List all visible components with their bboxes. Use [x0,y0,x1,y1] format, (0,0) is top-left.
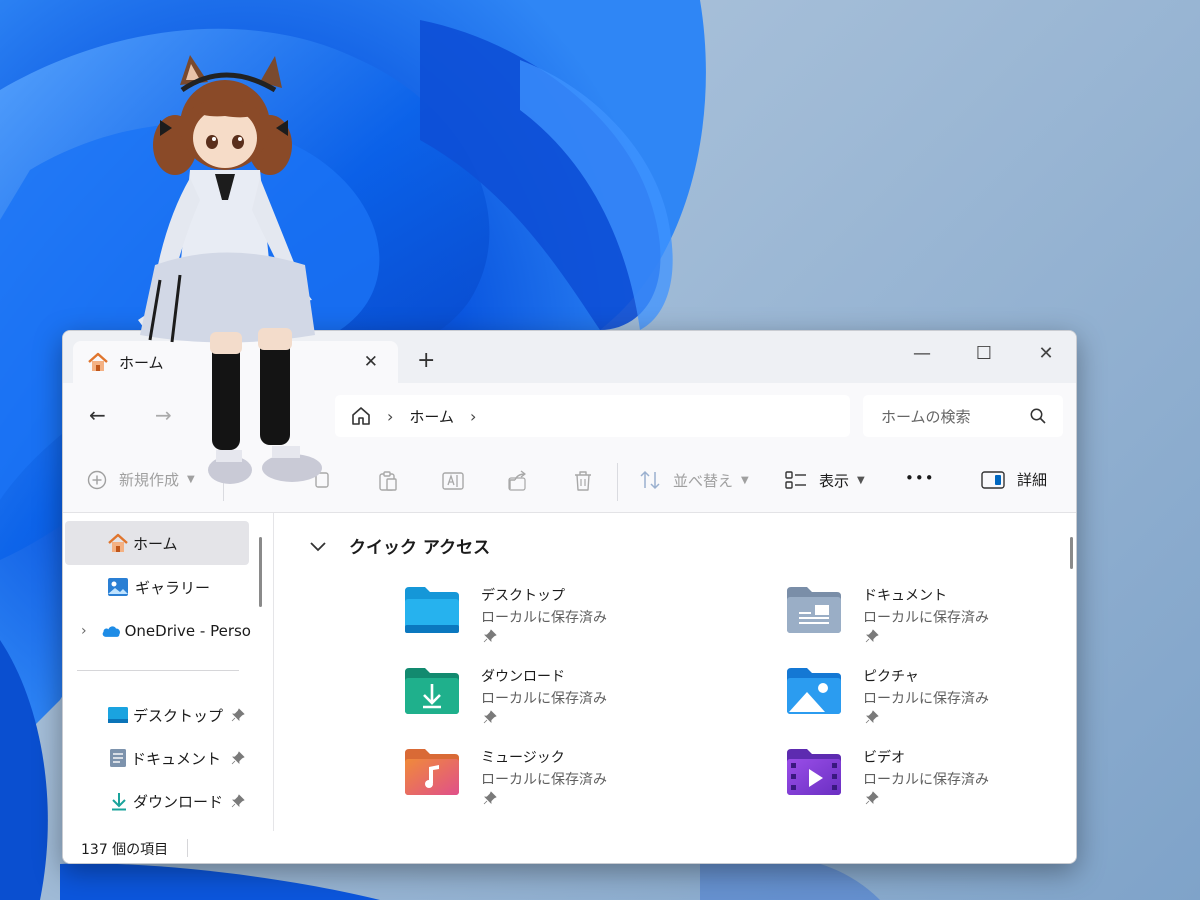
view-button[interactable]: 表示 ▼ [785,469,865,491]
quick-access-item-videos[interactable]: ビデオ ローカルに保存済み [785,747,1076,819]
add-icon [87,470,107,489]
home-icon [88,352,108,371]
paste-icon[interactable] [376,469,400,493]
desktop-folder-icon [108,707,128,723]
documents-folder-icon [787,587,841,633]
sidebar-item-label: ホーム [133,534,178,553]
quick-access-status: ローカルに保存済み [481,772,607,788]
quick-access-name: ドキュメント [863,588,947,604]
quick-access-name: ミュージック [481,750,565,766]
content-pane: クイック アクセス デスクトップ ローカルに保存済み ドキュメント ローカルに保… [275,513,1075,831]
pin-icon [865,791,879,805]
sidebar-item-gallery[interactable]: ギャラリー [63,565,251,609]
delete-icon[interactable] [571,469,595,493]
pin-icon[interactable] [231,794,245,808]
view-icon [785,471,806,489]
section-title: クイック アクセス [349,538,491,558]
status-bar: 137 個の項目 [63,831,1076,863]
chevron-down-icon: ▼ [857,474,865,486]
quick-access-item-music[interactable]: ミュージック ローカルに保存済み [403,747,723,819]
sidebar-item-label: OneDrive - Perso [124,622,251,640]
desktop-folder-icon [405,587,459,633]
gallery-icon [108,578,128,596]
pin-icon [865,710,879,724]
music-folder-icon [405,749,459,795]
pane-divider[interactable] [273,513,274,831]
sidebar-item-downloads[interactable]: ダウンロード [63,779,251,823]
share-icon[interactable] [506,469,530,493]
quick-access-item-pictures[interactable]: ピクチャ ローカルに保存済み [785,666,1076,738]
maximize-button[interactable]: ☐ [969,343,999,367]
more-options-button[interactable]: ••• [905,469,935,487]
quick-access-status: ローカルに保存済み [863,691,989,707]
quick-access-item-downloads[interactable]: ダウンロード ローカルに保存済み [403,666,723,738]
quick-access-item-desktop[interactable]: デスクトップ ローカルに保存済み [403,585,723,657]
view-label: 表示 [819,471,850,490]
sort-icon [640,470,660,490]
sidebar-item-onedrive[interactable]: › OneDrive - Perso [63,609,251,653]
pin-icon [483,629,497,643]
pin-icon[interactable] [231,751,245,765]
minimize-button[interactable]: — [907,343,937,367]
sidebar-item-documents[interactable]: ドキュメント [63,736,251,780]
chevron-right-icon[interactable]: › [81,623,87,639]
address-bar[interactable]: › ホーム › [335,395,850,437]
navigation-pane: ホーム ギャラリー › OneDrive - Perso デスクトップ ドキュメ… [63,513,273,831]
sidebar-item-desktop[interactable]: デスクトップ [63,693,251,737]
details-pane-button[interactable]: 詳細 [981,469,1047,490]
quick-access-status: ローカルに保存済み [863,610,989,626]
documents-folder-icon [110,749,126,767]
sidebar-item-label: ギャラリー [135,578,211,597]
quick-access-item-documents[interactable]: ドキュメント ローカルに保存済み [785,585,1076,657]
chevron-down-icon: ▼ [741,474,749,486]
search-placeholder: ホームの検索 [881,407,971,426]
sidebar-item-home[interactable]: ホーム [65,521,249,565]
onedrive-icon [102,626,120,637]
sort-button[interactable]: 並べ替え ▼ [639,469,749,491]
pin-icon[interactable] [231,708,245,722]
breadcrumb-separator[interactable]: › [387,407,393,426]
pin-icon [483,710,497,724]
download-icon [112,793,126,811]
sidebar-item-label: ダウンロード [133,792,224,811]
breadcrumb-home[interactable]: ホーム [409,406,454,427]
chevron-down-icon[interactable] [309,540,327,552]
quick-access-header[interactable]: クイック アクセス [309,533,490,558]
tab-close-button[interactable]: ✕ [364,352,378,372]
quick-access-status: ローカルに保存済み [481,691,607,707]
videos-folder-icon [787,749,841,795]
sidebar-divider [77,670,239,671]
pin-icon [483,791,497,805]
breadcrumb-separator[interactable]: › [470,407,476,426]
quick-access-name: ビデオ [863,750,905,766]
quick-access-status: ローカルに保存済み [481,610,607,626]
details-pane-icon [981,470,1005,489]
quick-access-name: デスクトップ [481,588,565,604]
quick-access-status: ローカルに保存済み [863,772,989,788]
search-box[interactable]: ホームの検索 [863,395,1063,437]
sidebar-item-label: ドキュメント [131,749,222,768]
status-divider [187,839,188,857]
details-label: 詳細 [1017,471,1048,489]
pin-icon [865,629,879,643]
home-outline-icon[interactable] [351,406,371,426]
toolbar-divider [617,463,618,501]
back-button[interactable]: ← [89,403,106,427]
search-icon[interactable] [1029,407,1047,425]
sort-label: 並べ替え [673,471,734,490]
new-tab-button[interactable]: + [417,350,435,372]
content-scrollbar[interactable] [1070,537,1073,569]
close-window-button[interactable]: ✕ [1031,343,1061,367]
downloads-folder-icon [405,668,459,714]
pictures-folder-icon [787,668,841,714]
rename-icon[interactable] [441,469,465,493]
sidebar-item-label: デスクトップ [133,706,224,725]
quick-access-name: ピクチャ [863,669,919,685]
desktop-mascot-character[interactable] [120,50,330,510]
sidebar-scrollbar[interactable] [259,537,262,607]
home-icon [108,533,128,552]
item-count: 137 個の項目 [81,842,169,858]
quick-access-name: ダウンロード [481,669,565,685]
